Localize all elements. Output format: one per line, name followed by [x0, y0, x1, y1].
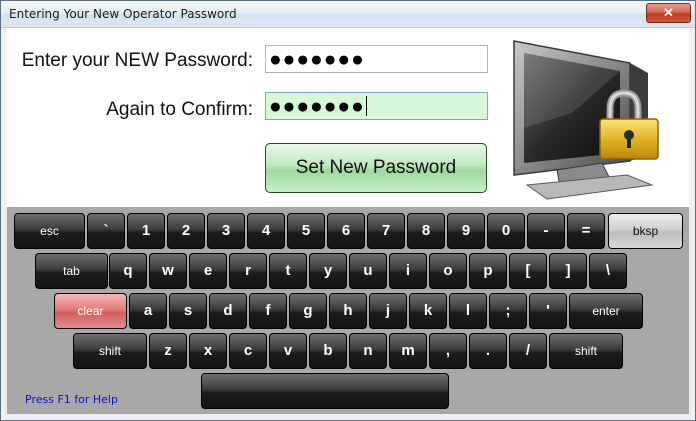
window-title: Entering Your New Operator Password — [9, 7, 237, 21]
key-0[interactable]: 0 — [487, 213, 525, 249]
key-enter[interactable]: enter — [569, 293, 643, 329]
key-semicolon[interactable]: ; — [489, 293, 527, 329]
key-h[interactable]: h — [329, 293, 367, 329]
key-quote[interactable]: ' — [529, 293, 567, 329]
key-b[interactable]: b — [309, 333, 347, 369]
monitor-padlock-icon — [513, 40, 659, 200]
key-left-bracket[interactable]: [ — [509, 253, 547, 289]
key-s[interactable]: s — [169, 293, 207, 329]
title-bar[interactable]: Entering Your New Operator Password ✕ — [1, 1, 695, 28]
key-1[interactable]: 1 — [127, 213, 165, 249]
key-m[interactable]: m — [389, 333, 427, 369]
key-v[interactable]: v — [269, 333, 307, 369]
confirm-password-field[interactable]: ●●●●●●● — [265, 92, 488, 120]
key-slash[interactable]: / — [509, 333, 547, 369]
close-button[interactable]: ✕ — [646, 3, 691, 23]
key-t[interactable]: t — [269, 253, 307, 289]
key-minus[interactable]: - — [527, 213, 565, 249]
key-right-bracket[interactable]: ] — [549, 253, 587, 289]
key-g[interactable]: g — [289, 293, 327, 329]
new-password-field[interactable]: ●●●●●●● — [265, 45, 488, 73]
key-8[interactable]: 8 — [407, 213, 445, 249]
password-form-panel: Enter your NEW Password: ●●●●●●● Again t… — [7, 28, 689, 207]
key-7[interactable]: 7 — [367, 213, 405, 249]
key-backtick[interactable]: ` — [87, 213, 125, 249]
key-c[interactable]: c — [229, 333, 267, 369]
confirm-password-value: ●●●●●●● — [269, 95, 365, 118]
key-p[interactable]: p — [469, 253, 507, 289]
key-j[interactable]: j — [369, 293, 407, 329]
key-d[interactable]: d — [209, 293, 247, 329]
key-tab[interactable]: tab — [35, 253, 108, 289]
key-u[interactable]: u — [349, 253, 387, 289]
key-k[interactable]: k — [409, 293, 447, 329]
key-z[interactable]: z — [149, 333, 187, 369]
key-4[interactable]: 4 — [247, 213, 285, 249]
onscreen-keyboard: esc ` 1 2 3 4 5 6 7 8 9 0 - = bksp tab q… — [7, 207, 689, 414]
key-6[interactable]: 6 — [327, 213, 365, 249]
confirm-password-label: Again to Confirm: — [106, 99, 253, 120]
key-y[interactable]: y — [309, 253, 347, 289]
password-dialog-window: Entering Your New Operator Password ✕ En… — [0, 0, 696, 421]
key-5[interactable]: 5 — [287, 213, 325, 249]
key-3[interactable]: 3 — [207, 213, 245, 249]
text-caret — [365, 96, 367, 116]
key-space[interactable] — [201, 373, 449, 409]
new-password-value: ●●●●●●● — [269, 48, 365, 71]
key-esc[interactable]: esc — [14, 213, 85, 249]
key-r[interactable]: r — [229, 253, 267, 289]
key-shift-right[interactable]: shift — [549, 333, 623, 369]
key-f[interactable]: f — [249, 293, 287, 329]
key-e[interactable]: e — [189, 253, 227, 289]
key-o[interactable]: o — [429, 253, 467, 289]
key-w[interactable]: w — [149, 253, 187, 289]
key-clear[interactable]: clear — [54, 293, 127, 329]
key-q[interactable]: q — [109, 253, 147, 289]
key-equals[interactable]: = — [567, 213, 605, 249]
new-password-label: Enter your NEW Password: — [21, 50, 253, 71]
key-period[interactable]: . — [469, 333, 507, 369]
key-a[interactable]: a — [129, 293, 167, 329]
key-comma[interactable]: , — [429, 333, 467, 369]
key-backslash[interactable]: \ — [589, 253, 627, 289]
key-shift-left[interactable]: shift — [73, 333, 147, 369]
key-backspace[interactable]: bksp — [608, 213, 683, 249]
key-2[interactable]: 2 — [167, 213, 205, 249]
key-l[interactable]: l — [449, 293, 487, 329]
help-hint: Press F1 for Help — [25, 393, 118, 406]
set-new-password-button[interactable]: Set New Password — [265, 143, 487, 193]
key-9[interactable]: 9 — [447, 213, 485, 249]
key-x[interactable]: x — [189, 333, 227, 369]
key-i[interactable]: i — [389, 253, 427, 289]
key-n[interactable]: n — [349, 333, 387, 369]
